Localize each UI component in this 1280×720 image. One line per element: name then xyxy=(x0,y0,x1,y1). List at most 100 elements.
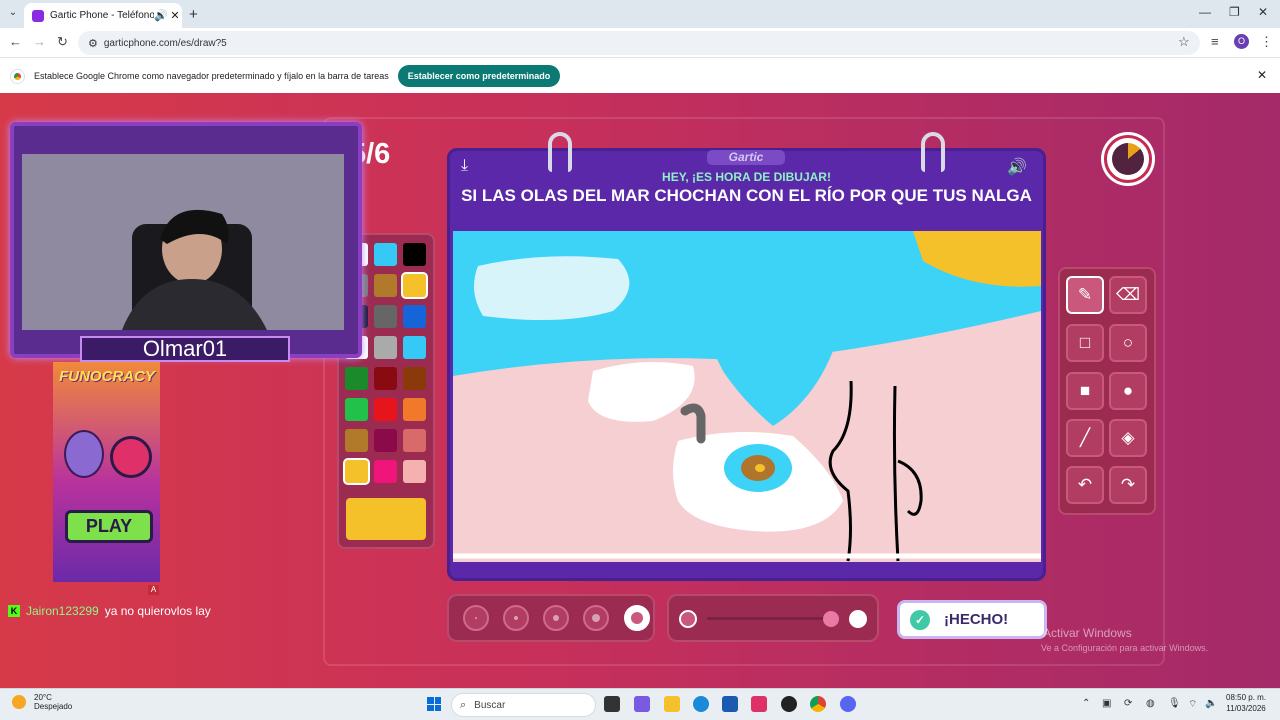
ad-play-button[interactable]: PLAY xyxy=(65,510,153,543)
new-tab-button[interactable]: + xyxy=(189,6,198,23)
reload-icon[interactable]: ↻ xyxy=(57,34,68,50)
eraser-tool-icon[interactable]: ⌫ xyxy=(1109,276,1147,314)
streamer-name: Olmar01 xyxy=(80,336,290,362)
color-swatch[interactable] xyxy=(374,367,397,390)
brush-size-3[interactable] xyxy=(543,605,569,631)
chat-text: ya no quierovlos lay xyxy=(104,604,211,618)
color-swatch[interactable] xyxy=(403,274,426,297)
color-swatch[interactable] xyxy=(374,336,397,359)
windows-taskbar: 20°C Despejado ⌕ Buscar ⌃ ▣ ⟳ ◍ 🎙 ⌔ 🔈 08… xyxy=(0,688,1280,720)
color-swatch[interactable] xyxy=(374,305,397,328)
bookmark-star-icon[interactable]: ☆ xyxy=(1178,34,1190,50)
clock-time: 08:50 p. m. xyxy=(1226,693,1267,702)
brush-size-4[interactable] xyxy=(583,605,609,631)
color-swatch[interactable] xyxy=(345,429,368,452)
done-button[interactable]: ✓ ¡HECHO! xyxy=(897,600,1047,639)
pencil-tool-icon[interactable]: ✎ xyxy=(1066,276,1104,314)
windows-start-icon[interactable] xyxy=(427,697,441,711)
color-swatch[interactable] xyxy=(374,398,397,421)
circle-outline-tool-icon[interactable]: ○ xyxy=(1109,324,1147,362)
weather-sun-icon xyxy=(12,695,26,709)
color-swatch[interactable] xyxy=(374,274,397,297)
set-default-button[interactable]: Establecer como predeterminado xyxy=(397,65,561,87)
line-tool-icon[interactable]: ╱ xyxy=(1066,419,1104,457)
close-window-icon[interactable]: ✕ xyxy=(1258,5,1268,19)
address-toolbar: ← → ↻ ⚙ garticphone.com/es/draw?5 ☆ ≡ O … xyxy=(0,28,1280,58)
brush-size-1[interactable] xyxy=(463,605,489,631)
drawing-canvas[interactable] xyxy=(453,231,1041,562)
color-swatch[interactable] xyxy=(403,367,426,390)
fill-bucket-tool-icon[interactable]: ◈ xyxy=(1109,419,1147,457)
chrome-taskbar-icon[interactable] xyxy=(810,696,826,712)
copilot-icon[interactable] xyxy=(634,696,650,712)
color-swatch[interactable] xyxy=(374,243,397,266)
tray-network-app-icon[interactable]: ◍ xyxy=(1146,698,1155,709)
tab-title: Gartic Phone - Teléfono De xyxy=(50,10,154,21)
search-placeholder: Buscar xyxy=(474,699,506,711)
microphone-icon[interactable]: 🎙 xyxy=(1168,698,1181,709)
square-outline-tool-icon[interactable]: □ xyxy=(1066,324,1104,362)
edge-icon[interactable] xyxy=(693,696,709,712)
search-icon: ⌕ xyxy=(460,698,467,711)
color-swatch[interactable] xyxy=(345,398,368,421)
opacity-high-icon xyxy=(849,610,867,628)
url-bar[interactable]: ⚙ garticphone.com/es/draw?5 xyxy=(78,31,1200,55)
opacity-slider-handle[interactable] xyxy=(823,611,839,627)
gartic-logo: Gartic xyxy=(707,150,785,165)
wifi-icon[interactable]: ⌔ xyxy=(1188,698,1197,711)
square-filled-tool-icon[interactable]: ■ xyxy=(1066,372,1104,410)
redo-icon[interactable]: ↷ xyxy=(1109,466,1147,504)
tiktok-icon[interactable] xyxy=(751,696,767,712)
tray-app-icon[interactable]: ▣ xyxy=(1102,698,1111,709)
url-text: garticphone.com/es/draw?5 xyxy=(103,37,227,49)
infobar-text: Establece Google Chrome como navegador p… xyxy=(34,71,389,81)
task-view-icon[interactable] xyxy=(604,696,620,712)
minimize-window-icon[interactable]: — xyxy=(1199,5,1211,19)
tray-chevron-icon[interactable]: ⌃ xyxy=(1082,698,1090,709)
obs-icon[interactable] xyxy=(781,696,797,712)
color-swatch[interactable] xyxy=(403,429,426,452)
site-info-icon[interactable]: ⚙ xyxy=(88,37,98,50)
file-explorer-icon[interactable] xyxy=(664,696,680,712)
brush-size-5[interactable] xyxy=(624,605,650,631)
color-swatch[interactable] xyxy=(345,460,368,483)
infobar-close-icon[interactable]: ✕ xyxy=(1257,68,1267,82)
color-swatch[interactable] xyxy=(403,305,426,328)
browser-tab-bar: ⌄ Gartic Phone - Teléfono De 🔊 ✕ + — ❐ ✕ xyxy=(0,0,1280,28)
weather-desc: Despejado xyxy=(34,702,73,711)
opacity-slider-track[interactable] xyxy=(707,617,829,620)
undo-icon[interactable]: ↶ xyxy=(1066,466,1104,504)
ad-character-left xyxy=(64,430,104,478)
tab-close-icon[interactable]: ✕ xyxy=(168,9,182,22)
discord-icon[interactable] xyxy=(840,696,856,712)
browser-tab-active[interactable]: Gartic Phone - Teléfono De 🔊 ✕ xyxy=(24,3,182,28)
circle-filled-tool-icon[interactable]: ● xyxy=(1109,372,1147,410)
profile-avatar[interactable]: O xyxy=(1234,34,1249,49)
done-label: ¡HECHO! xyxy=(944,611,1009,628)
color-swatch[interactable] xyxy=(374,429,397,452)
back-arrow-icon[interactable]: ← xyxy=(9,34,22,49)
tab-audio-icon[interactable]: 🔊 xyxy=(154,9,168,22)
store-icon[interactable] xyxy=(722,696,738,712)
gartic-favicon-icon xyxy=(32,9,44,22)
restore-window-icon[interactable]: ❐ xyxy=(1229,5,1240,19)
current-color-preview xyxy=(346,498,426,540)
tab-search-icon[interactable]: ⌄ xyxy=(6,7,20,21)
color-swatch[interactable] xyxy=(403,460,426,483)
weather-temp: 20°C xyxy=(34,693,52,702)
system-clock[interactable]: 08:50 p. m. 11/03/2026 xyxy=(1226,692,1266,714)
reading-list-icon[interactable]: ≡ xyxy=(1211,34,1219,49)
taskbar-search[interactable]: ⌕ Buscar xyxy=(451,693,596,717)
color-swatch[interactable] xyxy=(403,243,426,266)
color-swatch[interactable] xyxy=(374,460,397,483)
menu-kebab-icon[interactable]: ⋮ xyxy=(1260,34,1273,50)
color-swatch[interactable] xyxy=(345,367,368,390)
forward-arrow-icon[interactable]: → xyxy=(33,34,46,49)
color-swatch[interactable] xyxy=(403,336,426,359)
weather-widget[interactable]: 20°C Despejado xyxy=(12,693,72,711)
brush-size-2[interactable] xyxy=(503,605,529,631)
tray-sync-icon[interactable]: ⟳ xyxy=(1124,698,1132,709)
color-swatch[interactable] xyxy=(403,398,426,421)
volume-icon[interactable]: 🔈 xyxy=(1205,698,1217,709)
board-ring-right xyxy=(921,132,945,172)
